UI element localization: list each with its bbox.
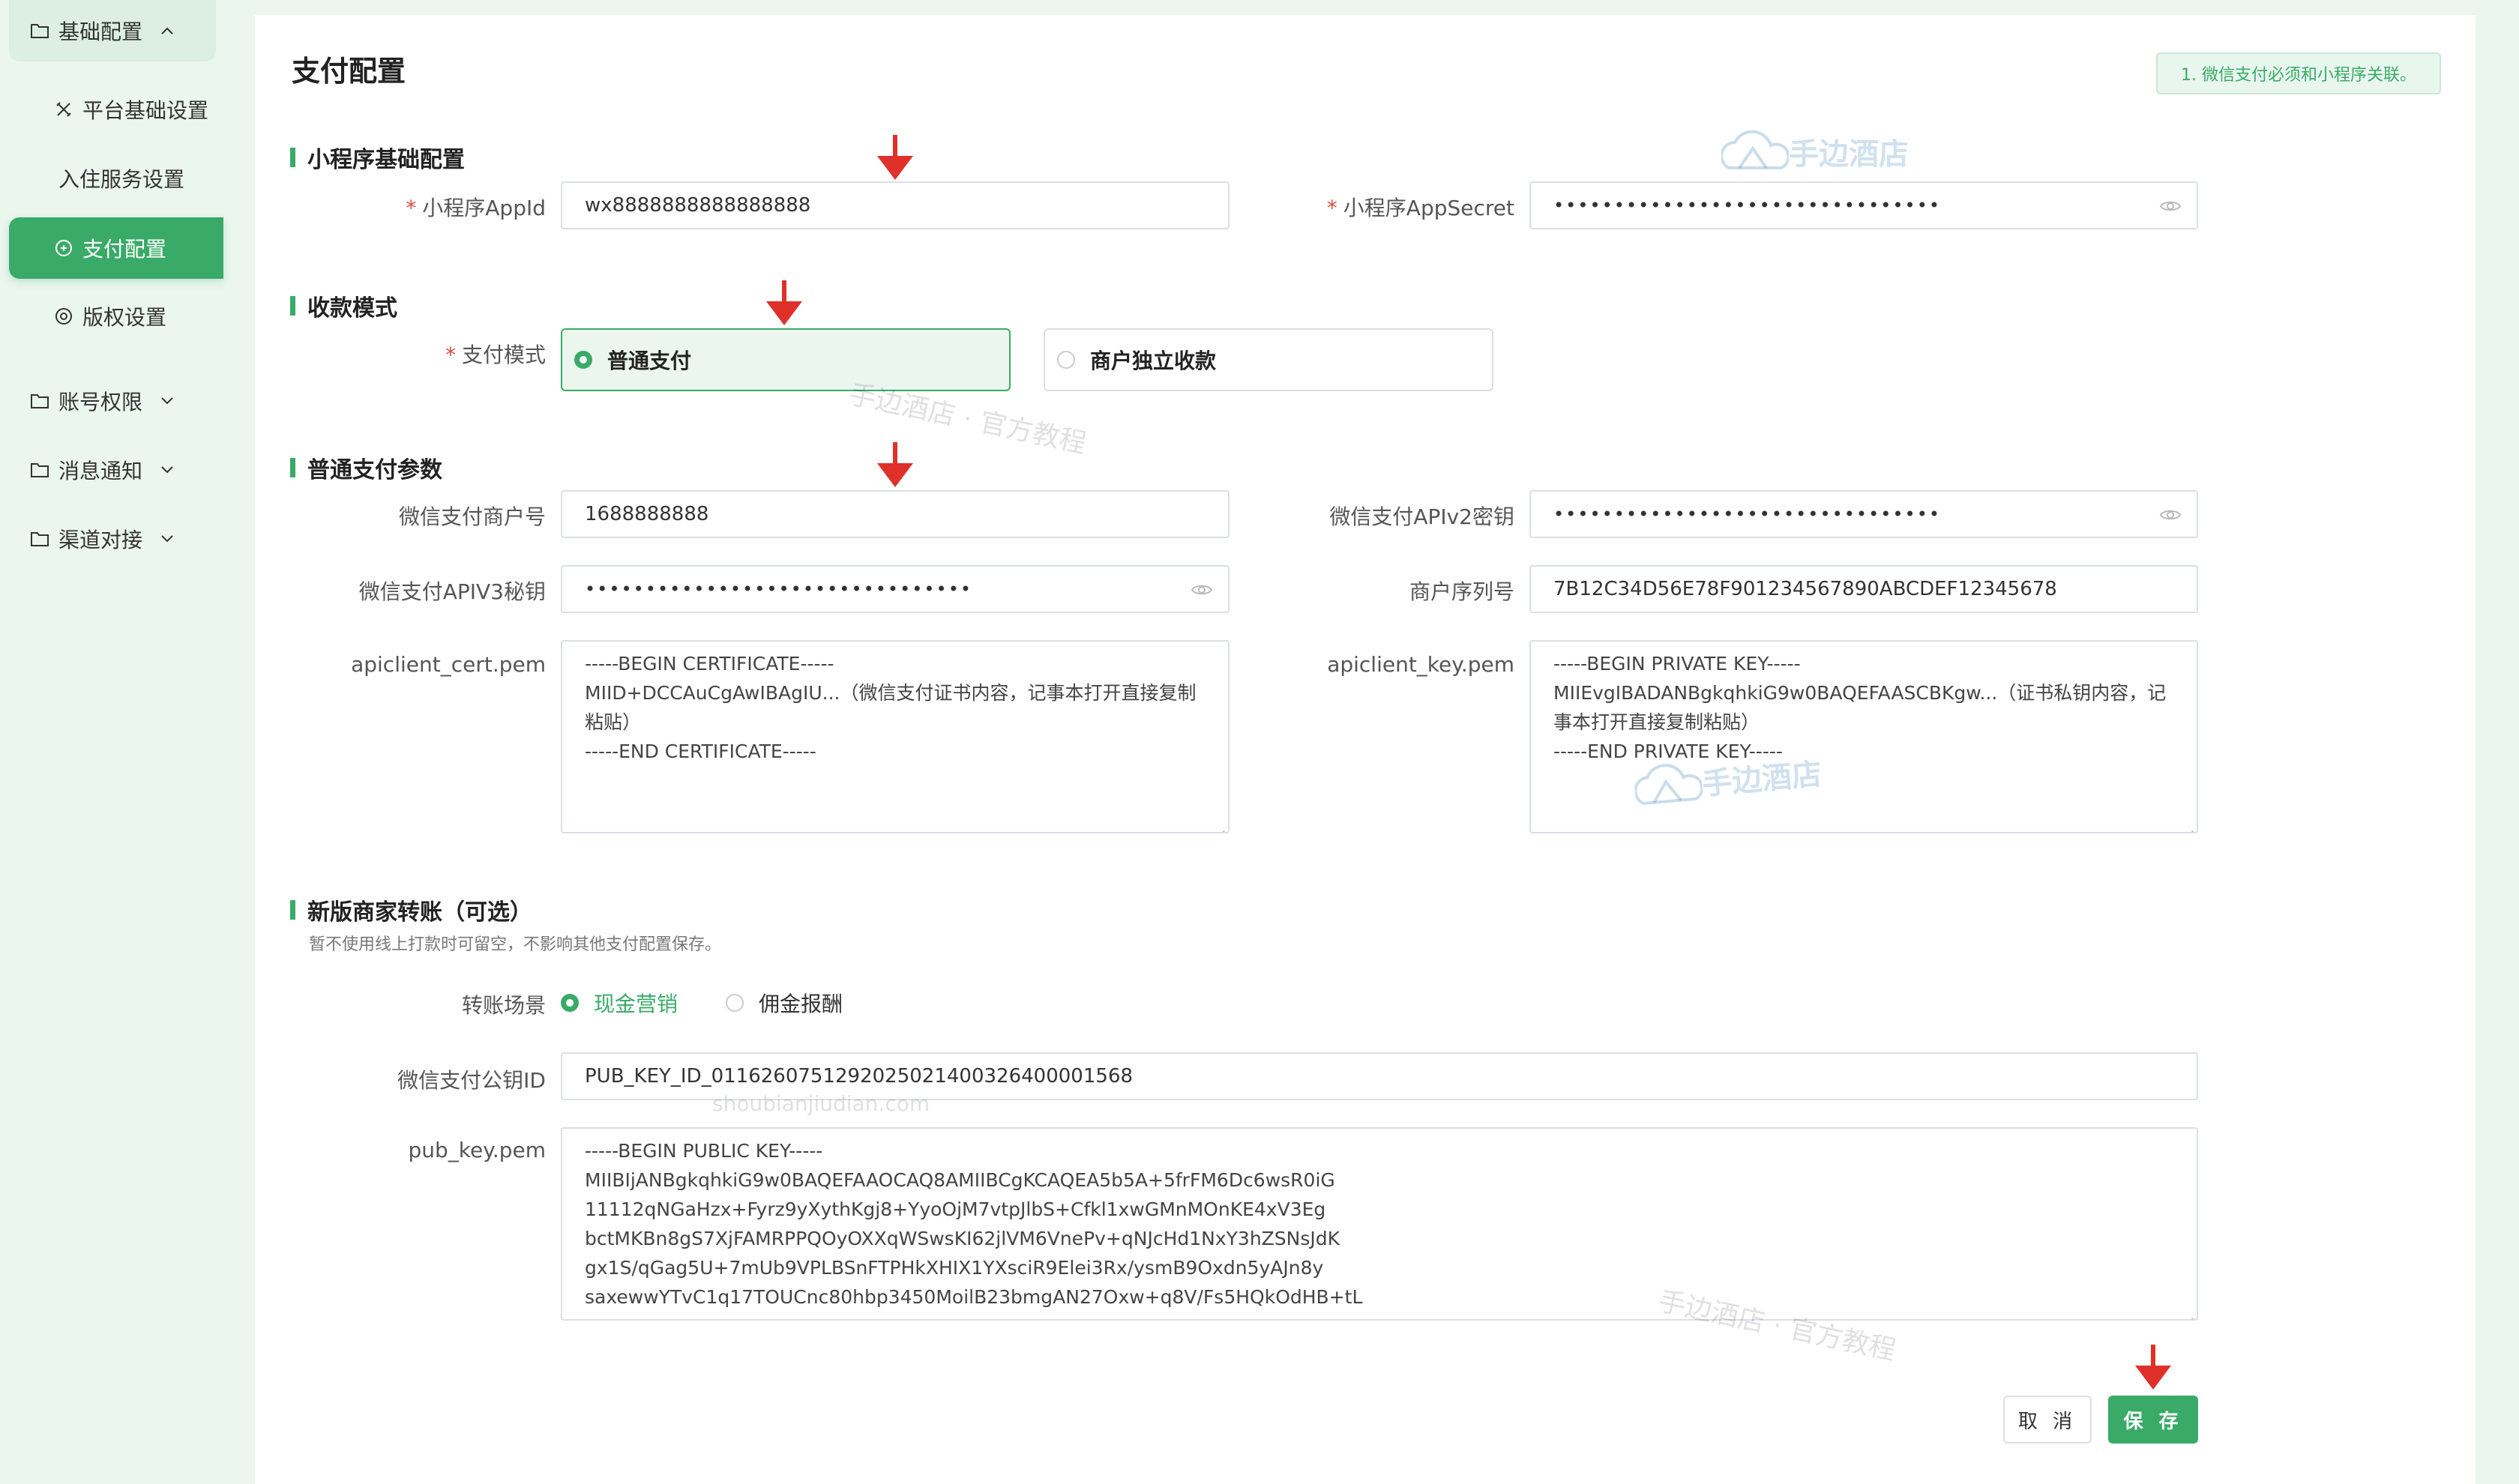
chevron-up-icon xyxy=(159,22,175,39)
sidebar-group-label: 消息通知 xyxy=(58,459,143,483)
sidebar-item-platform[interactable]: 平台基础设置 xyxy=(52,94,208,124)
mchid-value: 1688888888 xyxy=(585,503,709,525)
folder-icon xyxy=(28,459,51,481)
sidebar-item-label: 版权设置 xyxy=(82,305,167,330)
section-payment-mode: 收款模式 xyxy=(290,289,397,322)
section-mini-program: 小程序基础配置 xyxy=(290,141,465,174)
red-arrow-icon xyxy=(2135,1345,2171,1390)
red-arrow-icon xyxy=(877,135,913,180)
eye-icon[interactable] xyxy=(1191,582,1213,598)
resize-grip-icon[interactable] xyxy=(2183,1306,2194,1319)
serial-value: 7B12C34D56E78F901234567890ABCDEF12345678 xyxy=(1553,578,2057,600)
pubkey-value: -----BEGIN PUBLIC KEY----- MIIBIjANBgkqh… xyxy=(585,1140,1363,1308)
radio-normal-payment-label: 普通支付 xyxy=(607,349,692,373)
radio-unchecked-icon xyxy=(726,994,744,1012)
radio-cash-marketing-label: 现金营销 xyxy=(594,992,678,1016)
cert-textarea[interactable]: -----BEGIN CERTIFICATE----- MIID+DCCAuCg… xyxy=(561,640,1230,833)
appsecret-value: •••••••••••••••••••••••••••••••• xyxy=(1553,195,1941,216)
resize-grip-icon[interactable] xyxy=(2183,818,2194,832)
tools-icon xyxy=(52,98,75,121)
key-value: -----BEGIN PRIVATE KEY----- MIIEvgIBADAN… xyxy=(1553,653,2167,762)
copyright-icon xyxy=(52,305,75,328)
radio-checked-icon xyxy=(561,994,579,1012)
sidebar-group-label: 账号权限 xyxy=(58,390,143,414)
mode-label-text: 支付模式 xyxy=(461,343,546,367)
sidebar-group-basic-label: 基础配置 xyxy=(58,19,143,44)
radio-commission[interactable]: 佣金报酬 xyxy=(726,988,843,1018)
chevron-down-icon xyxy=(159,393,175,409)
red-arrow-icon xyxy=(877,442,913,487)
sidebar-item-payment[interactable]: 支付配置 xyxy=(9,217,223,279)
apiv3-label: 微信支付APIV3秘钥 xyxy=(358,579,546,604)
payment-icon xyxy=(52,237,75,259)
apiv3-input[interactable]: •••••••••••••••••••••••••••••••• xyxy=(561,565,1230,613)
appid-input[interactable]: wx8888888888888888 xyxy=(561,181,1230,229)
serial-label: 商户序列号 xyxy=(1409,579,1514,604)
pubkeyid-label: 微信支付公钥ID xyxy=(397,1068,546,1093)
radio-normal-payment[interactable]: 普通支付 xyxy=(561,328,1011,391)
pubkey-label: pub_key.pem xyxy=(408,1138,547,1162)
appid-value: wx8888888888888888 xyxy=(585,194,811,217)
chevron-down-icon xyxy=(159,531,175,547)
appid-label: * 小程序AppId xyxy=(406,192,546,222)
mchid-label: 微信支付商户号 xyxy=(398,504,546,529)
sidebar: 基础配置 平台基础设置 入住服务设置 支付配置 版权设置 账号权限 消息通知 渠… xyxy=(0,0,223,1484)
key-label: apiclient_key.pem xyxy=(1327,652,1514,677)
appsecret-label: * 小程序AppSecret xyxy=(1327,192,1514,222)
chevron-down-icon xyxy=(159,462,175,478)
pubkeyid-input[interactable]: PUB_KEY_ID_01162607512920250214003264000… xyxy=(561,1052,2198,1100)
cert-value: -----BEGIN CERTIFICATE----- MIID+DCCAuCg… xyxy=(585,653,1197,762)
folder-icon xyxy=(28,528,51,550)
sidebar-item-checkin[interactable]: 入住服务设置 xyxy=(58,163,184,193)
section-transfer: 新版商家转账（可选） xyxy=(290,893,532,926)
transfer-hint: 暂不使用线上打款时可留空，不影响其他支付配置保存。 xyxy=(309,935,722,954)
sidebar-item-copyright[interactable]: 版权设置 xyxy=(52,301,166,331)
sidebar-group-label: 渠道对接 xyxy=(58,528,143,552)
radio-checked-icon xyxy=(574,351,592,369)
sidebar-item-label: 支付配置 xyxy=(82,237,167,262)
sidebar-group-basic[interactable]: 基础配置 xyxy=(9,0,216,61)
key-textarea[interactable]: -----BEGIN PRIVATE KEY----- MIIEvgIBADAN… xyxy=(1529,640,2198,833)
serial-input[interactable]: 7B12C34D56E78F901234567890ABCDEF12345678 xyxy=(1529,565,2198,613)
resize-grip-icon[interactable] xyxy=(1215,818,1225,832)
pubkey-textarea[interactable]: -----BEGIN PUBLIC KEY----- MIIBIjANBgkqh… xyxy=(561,1127,2198,1321)
radio-cash-marketing[interactable]: 现金营销 xyxy=(561,988,678,1018)
red-arrow-icon xyxy=(766,280,802,325)
page-title: 支付配置 xyxy=(292,55,406,88)
apiv2-value: •••••••••••••••••••••••••••••••• xyxy=(1553,504,1941,525)
sidebar-item-label: 入住服务设置 xyxy=(58,167,185,192)
radio-merchant-payment[interactable]: 商户独立收款 xyxy=(1044,328,1493,391)
radio-unchecked-icon xyxy=(1057,351,1075,369)
apiv3-value: •••••••••••••••••••••••••••••••• xyxy=(585,579,972,600)
appsecret-input[interactable]: •••••••••••••••••••••••••••••••• xyxy=(1529,181,2198,229)
sidebar-group-account[interactable]: 账号权限 xyxy=(28,386,175,416)
apiv2-label: 微信支付APIv2密钥 xyxy=(1329,504,1514,529)
section-payment-params: 普通支付参数 xyxy=(290,451,442,484)
radio-merchant-payment-label: 商户独立收款 xyxy=(1090,349,1217,373)
appsecret-label-text: 小程序AppSecret xyxy=(1343,196,1514,220)
apiv2-input[interactable]: •••••••••••••••••••••••••••••••• xyxy=(1529,490,2198,538)
cancel-button[interactable]: 取 消 xyxy=(2003,1396,2092,1444)
scene-label: 转账场景 xyxy=(461,993,546,1018)
eye-icon[interactable] xyxy=(2159,198,2182,214)
cert-label: apiclient_cert.pem xyxy=(351,652,546,677)
folder-icon xyxy=(28,390,51,412)
mode-label: * 支付模式 xyxy=(445,339,546,369)
required-mark: * xyxy=(445,343,456,367)
radio-commission-label: 佣金报酬 xyxy=(759,992,843,1016)
folder-icon xyxy=(28,19,51,42)
sidebar-group-channel[interactable]: 渠道对接 xyxy=(28,524,175,554)
required-mark: * xyxy=(1326,196,1337,220)
mchid-input[interactable]: 1688888888 xyxy=(561,490,1230,538)
notice-badge: 1. 微信支付必须和小程序关联。 xyxy=(2156,52,2441,94)
required-mark: * xyxy=(406,196,417,220)
sidebar-group-message[interactable]: 消息通知 xyxy=(28,455,175,485)
save-button[interactable]: 保 存 xyxy=(2108,1396,2198,1444)
sidebar-item-label: 平台基础设置 xyxy=(82,98,209,123)
appid-label-text: 小程序AppId xyxy=(422,196,546,220)
pubkeyid-value: PUB_KEY_ID_01162607512920250214003264000… xyxy=(585,1065,1134,1088)
eye-icon[interactable] xyxy=(2159,507,2182,523)
